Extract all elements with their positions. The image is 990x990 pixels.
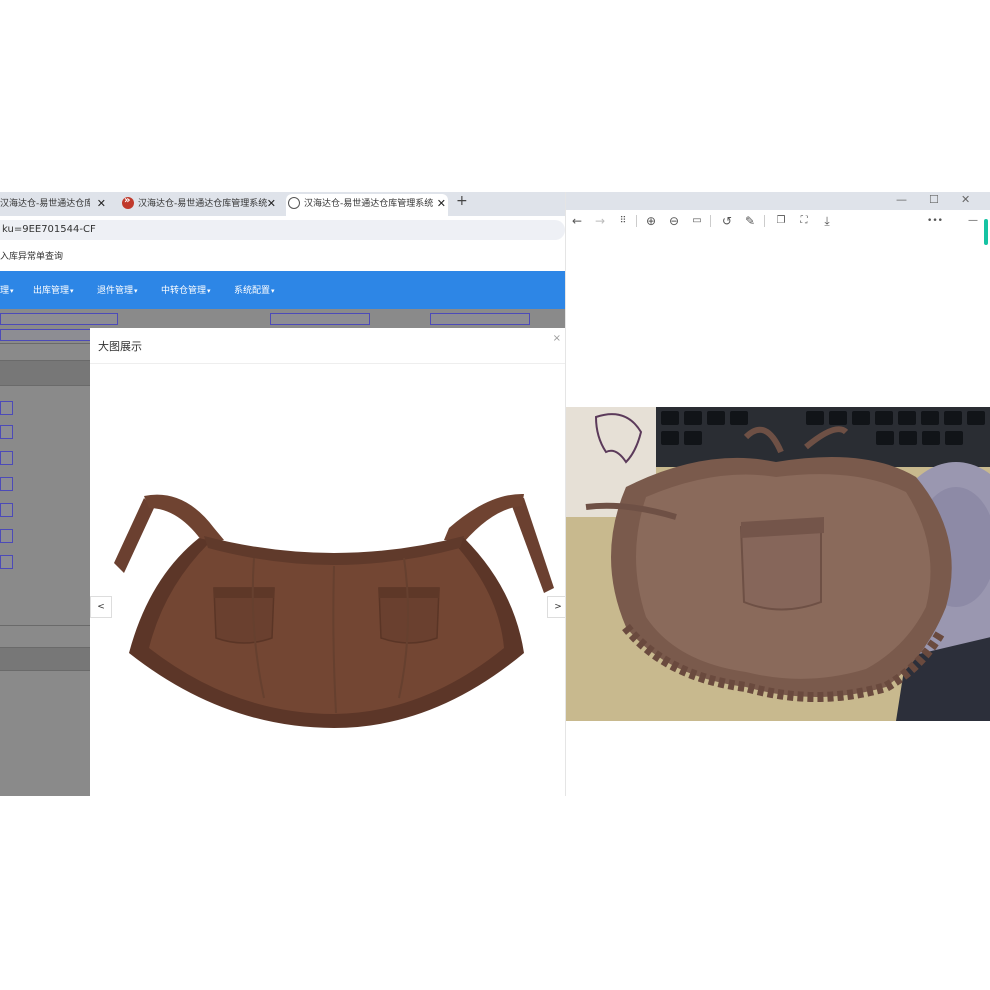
apron-tie-right xyxy=(509,498,554,593)
modal-divider xyxy=(90,363,565,364)
breadcrumb[interactable]: 入库异常单查询 xyxy=(0,244,63,270)
nav-item-transit[interactable]: 中转仓管理 xyxy=(161,283,211,296)
row-select xyxy=(0,529,13,543)
nav-item-outbound[interactable]: 出库管理 xyxy=(33,283,74,296)
image-viewer-window: — ☐ ✕ ← → ⠿ ⊕ ⊖ ▭ ↺ ✎ ❐ ⛶ ⤓ ••• — xyxy=(565,192,990,796)
filter-field xyxy=(0,313,118,325)
row-select xyxy=(0,451,13,465)
nav-item-partial[interactable]: 理 xyxy=(0,283,14,296)
image-preview-modal: 大图展示 × < > xyxy=(90,328,565,796)
apron-photo xyxy=(566,407,990,721)
more-options-icon[interactable]: ••• xyxy=(926,212,944,230)
toolbar-separator xyxy=(710,215,711,227)
close-window-button[interactable]: ✕ xyxy=(961,193,970,206)
tab-bar: 汉海达仓-易世通达仓库管理系统 ✕ 汉海达仓-易世通达仓库管理系统 ✕ 汉海达仓… xyxy=(0,192,565,216)
toolbar-separator xyxy=(636,215,637,227)
panel-minimize-icon[interactable]: — xyxy=(964,212,982,230)
row-select xyxy=(0,425,13,439)
filter-field xyxy=(270,313,370,325)
globe-icon xyxy=(288,197,300,209)
address-bar: ku=9EE701544-CF xyxy=(0,216,565,242)
copy-icon[interactable]: ❐ xyxy=(772,212,790,230)
row-select xyxy=(0,503,13,517)
maximize-window-button[interactable]: ☐ xyxy=(929,193,939,206)
modal-close-button[interactable]: × xyxy=(553,333,561,344)
zoom-in-icon[interactable]: ⊕ xyxy=(642,212,660,230)
row-select xyxy=(0,401,13,415)
browser-window: 汉海达仓-易世通达仓库管理系统 ✕ 汉海达仓-易世通达仓库管理系统 ✕ 汉海达仓… xyxy=(0,192,565,796)
url-field[interactable]: ku=9EE701544-CF xyxy=(0,220,565,240)
site-favicon-icon xyxy=(122,192,134,210)
main-navbar: 理 出库管理 退件管理 中转仓管理 系统配置 xyxy=(0,271,565,309)
save-icon[interactable]: ⤓ xyxy=(818,212,836,230)
minimize-window-button[interactable]: — xyxy=(896,193,907,206)
rotate-icon[interactable]: ↺ xyxy=(718,212,736,230)
tab-title: 汉海达仓-易世通达仓库管理系统 xyxy=(138,199,268,209)
actual-size-icon[interactable]: ▭ xyxy=(688,212,706,230)
viewer-title-bar: — ☐ ✕ xyxy=(566,192,990,210)
modal-title: 大图展示 xyxy=(98,340,142,353)
nav-item-returns[interactable]: 退件管理 xyxy=(97,283,138,296)
zoom-out-icon[interactable]: ⊖ xyxy=(665,212,683,230)
new-tab-button[interactable]: + xyxy=(456,193,468,209)
viewer-toolbar: ← → ⠿ ⊕ ⊖ ▭ ↺ ✎ ❐ ⛶ ⤓ ••• — xyxy=(566,210,990,232)
row-select xyxy=(0,477,13,491)
apron-product-image xyxy=(114,493,554,728)
scroll-indicator xyxy=(984,219,988,245)
tab-title: 汉海达仓-易世通达仓库管理系统 xyxy=(0,199,90,209)
edit-icon[interactable]: ✎ xyxy=(741,212,759,230)
tab-close-icon[interactable]: ✕ xyxy=(97,195,106,213)
apron-tie-left xyxy=(114,498,154,573)
filter-field xyxy=(430,313,530,325)
row-select xyxy=(0,555,13,569)
table-header-band xyxy=(0,360,90,386)
tab-title: 汉海达仓-易世通达仓库管理系统 xyxy=(304,199,434,209)
back-arrow-icon[interactable]: ← xyxy=(568,212,586,230)
divider xyxy=(0,625,90,626)
table-footer-band xyxy=(0,647,90,671)
fit-screen-icon[interactable]: ⛶ xyxy=(795,212,813,230)
tab-close-icon[interactable]: ✕ xyxy=(437,195,446,213)
nav-item-settings[interactable]: 系统配置 xyxy=(234,283,275,296)
tab-close-icon[interactable]: ✕ xyxy=(267,195,276,213)
forward-arrow-icon[interactable]: → xyxy=(591,212,609,230)
browser-tab[interactable]: 汉海达仓-易世通达仓库管理系统 ✕ xyxy=(120,192,278,216)
divider xyxy=(0,343,90,344)
browser-tab-active[interactable]: 汉海达仓-易世通达仓库管理系统 ✕ xyxy=(286,194,448,216)
browser-tab[interactable]: 汉海达仓-易世通达仓库管理系统 ✕ xyxy=(0,194,108,216)
toolbar-separator xyxy=(764,215,765,227)
grid-icon[interactable]: ⠿ xyxy=(614,212,632,230)
